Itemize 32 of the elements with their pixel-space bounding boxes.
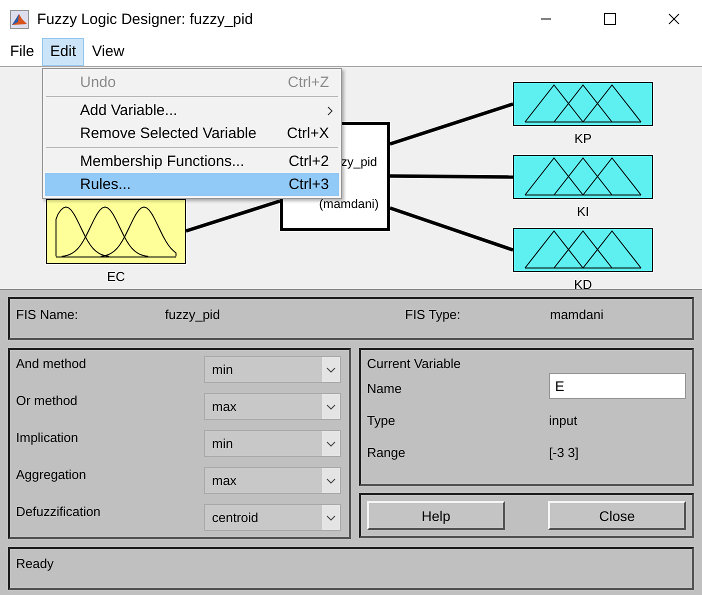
method-label: Aggregation — [16, 467, 88, 482]
field-value: [-3 3] — [549, 445, 580, 462]
window-title: Fuzzy Logic Designer: fuzzy_pid — [37, 10, 254, 28]
field-label: FIS Name: — [16, 307, 80, 324]
field-label: Type — [367, 413, 396, 430]
menu-item-label: Remove Selected Variable — [80, 125, 258, 142]
method-label: And method — [16, 356, 88, 371]
variable-label: KI — [576, 204, 590, 219]
field-value: mamdani — [550, 307, 604, 324]
field-label: FIS Type: — [405, 307, 462, 324]
shortcut-label: Ctrl+3 — [288, 176, 329, 193]
variable-label: EC — [106, 269, 126, 284]
field-label: Name — [367, 381, 403, 398]
section-title: Current Variable — [367, 356, 462, 371]
menu-item-label: Undo — [80, 74, 117, 91]
menu-item-label: Add Variable... — [80, 102, 178, 119]
shortcut-label: Ctrl+X — [286, 125, 329, 142]
field-value: input — [549, 413, 578, 430]
variable-label: KP — [573, 131, 593, 146]
status-text: Ready — [16, 556, 54, 571]
method-label: Defuzzification — [16, 504, 102, 519]
menu-item-label: Membership Functions... — [80, 153, 246, 170]
field-value: fuzzy_pid — [165, 307, 221, 324]
method-label: Implication — [16, 430, 80, 445]
shortcut-label: Ctrl+2 — [288, 153, 329, 170]
system-label: (mamdani) — [319, 197, 379, 211]
system-label: zy_pid — [341, 155, 378, 169]
field-label: Range — [367, 445, 406, 462]
variable-label: KD — [572, 277, 594, 292]
method-label: Or method — [16, 393, 78, 408]
menu-item-label: Rules... — [80, 176, 132, 193]
shortcut-label: Ctrl+Z — [288, 74, 329, 91]
